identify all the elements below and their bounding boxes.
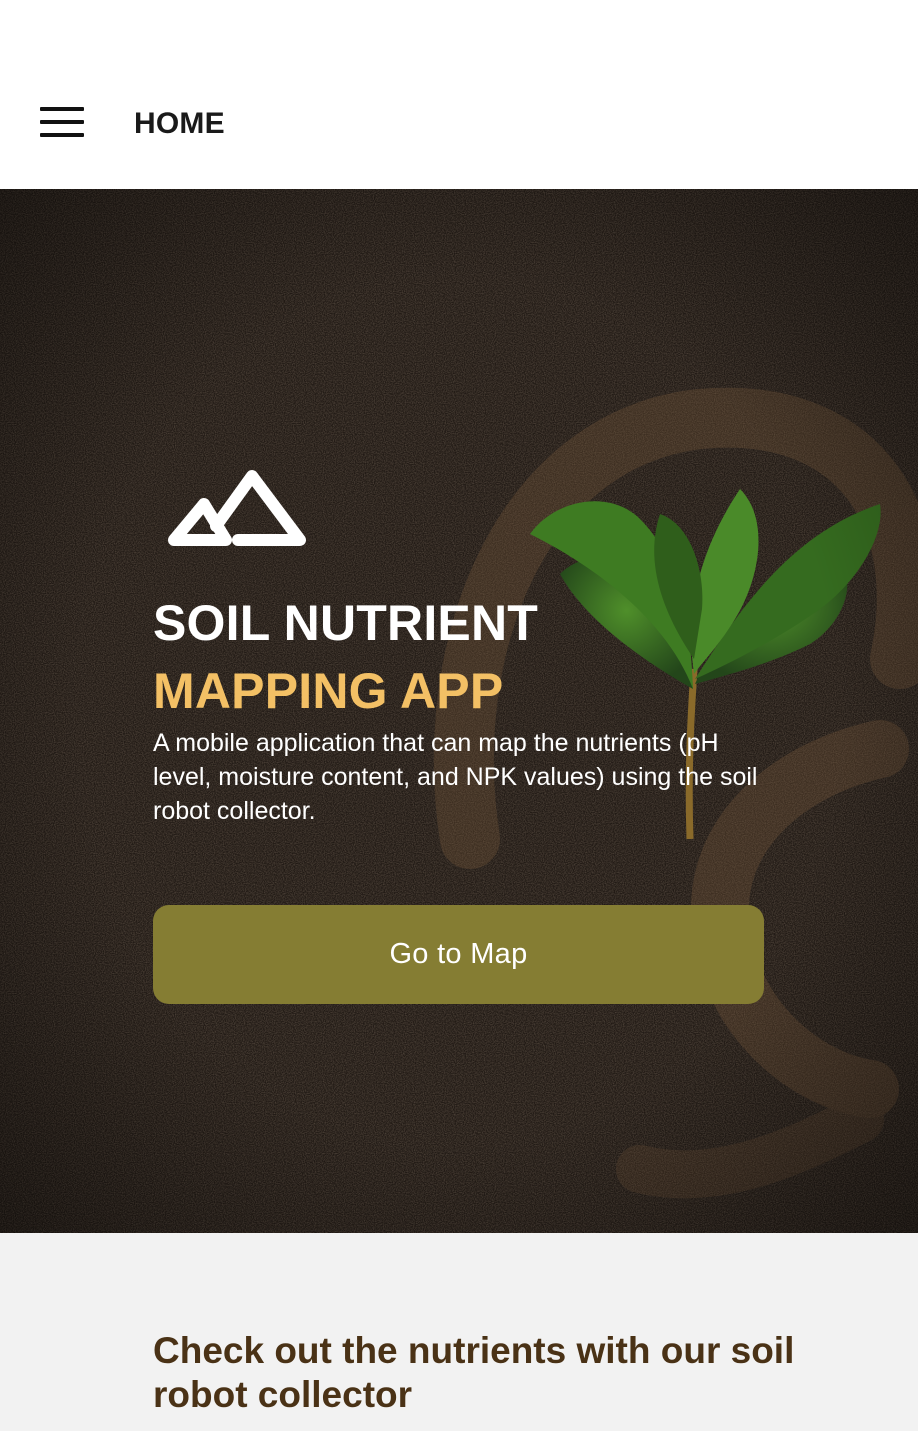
info-section: Check out the nutrients with our soil ro… [0, 1233, 918, 1431]
hero-title-line-1: SOIL NUTRIENT [153, 595, 539, 651]
app-header: HOME [0, 0, 918, 189]
menu-bar-bottom [40, 133, 84, 137]
menu-bar-top [40, 107, 84, 111]
hero-title-line-2: MAPPING APP [153, 663, 504, 719]
mountain-icon [168, 470, 306, 546]
page-title: HOME [134, 107, 225, 140]
hamburger-menu-icon[interactable] [40, 107, 84, 139]
go-to-map-button[interactable]: Go to Map [153, 905, 764, 1004]
menu-bar-middle [40, 120, 84, 124]
info-heading: Check out the nutrients with our soil ro… [153, 1330, 795, 1415]
hero-section: SOIL NUTRIENT MAPPING APP A mobile appli… [0, 189, 918, 1233]
hero-content: SOIL NUTRIENT MAPPING APP A mobile appli… [0, 189, 918, 1233]
hero-description: A mobile application that can map the nu… [153, 729, 758, 825]
